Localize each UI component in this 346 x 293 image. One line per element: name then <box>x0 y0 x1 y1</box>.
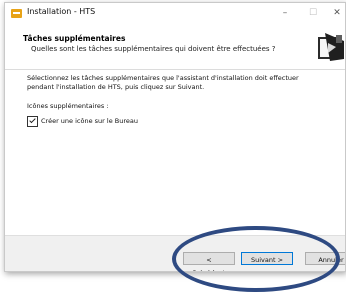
desktop-icon-checkbox[interactable] <box>27 116 38 127</box>
wizard-footer: < Précédent Suivant > Annuler <box>5 235 345 271</box>
back-button[interactable]: < Précédent <box>183 252 235 271</box>
wizard-body: Sélectionnez les tâches supplémentaires … <box>5 70 345 235</box>
page-subtitle: Quelles sont les tâches supplémentaires … <box>31 45 276 53</box>
next-button[interactable]: Suivant > <box>241 252 293 265</box>
maximize-button[interactable]: ☐ <box>303 5 323 21</box>
instructions-text: Sélectionnez les tâches supplémentaires … <box>27 74 299 91</box>
close-button[interactable]: ✕ <box>327 5 345 21</box>
desktop-icon-checkbox-label[interactable]: Créer une icône sur le Bureau <box>41 117 138 125</box>
installer-window: Installation - HTS – ☐ ✕ Tâches suppléme… <box>4 2 346 272</box>
additional-icons-label: Icônes supplémentaires : <box>27 102 109 110</box>
window-title: Installation - HTS <box>27 7 96 16</box>
app-icon <box>11 9 22 18</box>
wizard-header: Tâches supplémentaires Quelles sont les … <box>5 25 345 70</box>
minimize-button[interactable]: – <box>275 5 295 21</box>
installer-logo-icon <box>318 33 344 61</box>
page-title: Tâches supplémentaires <box>23 34 126 43</box>
title-bar[interactable]: Installation - HTS – ☐ ✕ <box>5 3 345 25</box>
cancel-button[interactable]: Annuler <box>305 252 345 265</box>
